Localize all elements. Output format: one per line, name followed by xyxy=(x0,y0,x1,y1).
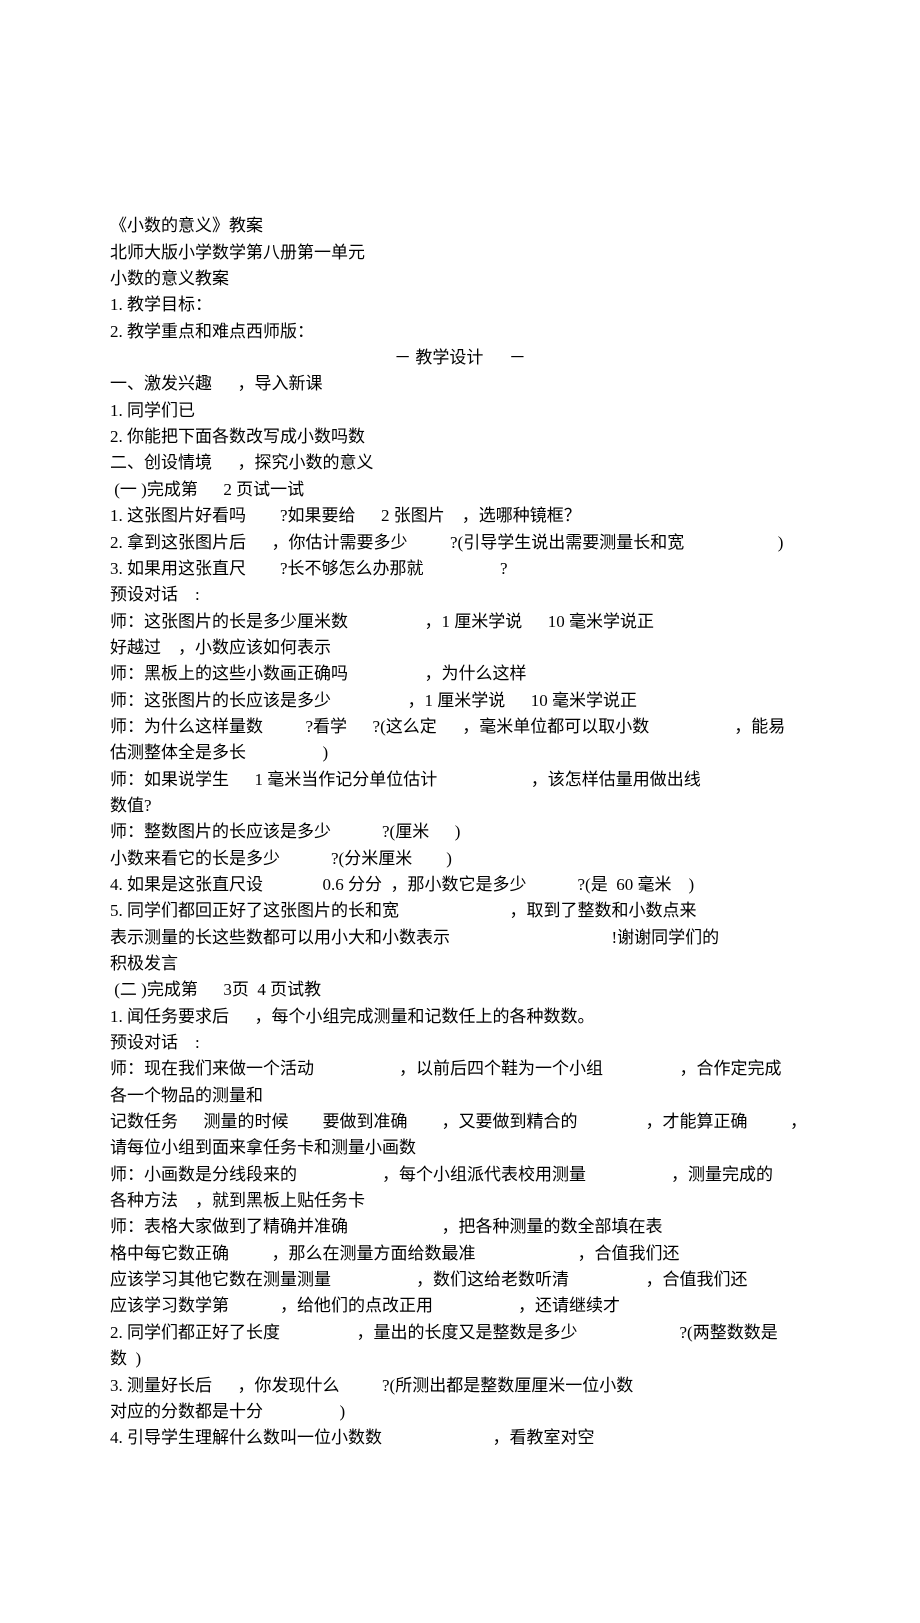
text-line: 1. 教学目标： xyxy=(110,292,810,318)
text-line: 4. 如果是这张直尺设 0.6 分分 ，那小数它是多少 ?(是 60 毫米 ) xyxy=(110,872,810,898)
text-line: 《小数的意义》教案 xyxy=(110,213,810,239)
text-line: 2. 教学重点和难点西师版： xyxy=(110,319,810,345)
text-line: 2. 拿到这张图片后 ，你估计需要多少 ?(引导学生说出需要测量长和宽 ) xyxy=(110,530,810,556)
text-line: (二 )完成第 3页 4 页试教 xyxy=(110,977,810,1003)
text-line: 5. 同学们都回正好了这张图片的长和宽 ，取到了整数和小数点来 xyxy=(110,898,810,924)
text-line: 各一个物品的测量和 xyxy=(110,1083,810,1109)
text-line: 记数任务 测量的时候 要做到准确 ，又要做到精合的 ，才能算正确 ， xyxy=(110,1109,810,1135)
text-line: 师：如果说学生 1 毫米当作记分单位估计 ，该怎样估量用做出线 xyxy=(110,767,810,793)
text-line: 请每位小组到面来拿任务卡和测量小画数 xyxy=(110,1135,810,1161)
document-body: 《小数的意义》教案北师大版小学数学第八册第一单元小数的意义教案1. 教学目标：2… xyxy=(110,213,810,1451)
text-line: 各种方法 ，就到黑板上贴任务卡 xyxy=(110,1188,810,1214)
text-line: 好越过 ，小数应该如何表示 xyxy=(110,635,810,661)
text-line: 师：现在我们来做一个活动 ，以前后四个鞋为一个小组 ，合作定完成 xyxy=(110,1056,810,1082)
text-line: 数 ) xyxy=(110,1346,810,1372)
text-line: 师：表格大家做到了精确并准确 ，把各种测量的数全部填在表 xyxy=(110,1214,810,1240)
text-line: 师：小画数是分线段来的 ，每个小组派代表校用测量 ，测量完成的 xyxy=(110,1162,810,1188)
text-line: 数值? xyxy=(110,793,810,819)
text-line: 估测整体全是多长 ) xyxy=(110,740,810,766)
text-line: 1. 这张图片好看吗 ?如果要给 2 张图片 ，选哪种镜框？ xyxy=(110,503,810,529)
text-line: 3. 如果用这张直尺 ?长不够怎么办那就 ? xyxy=(110,556,810,582)
text-line: 师：这张图片的长应该是多少 ，1 厘米学说 10 毫米学说正 xyxy=(110,688,810,714)
text-line: 一、激发兴趣 ，导入新课 xyxy=(110,371,810,397)
text-line: 4. 引导学生理解什么数叫一位小数数 ，看教室对空 xyxy=(110,1425,810,1451)
text-line: 二、创设情境 ，探究小数的意义 xyxy=(110,450,810,476)
text-line: 3. 测量好长后 ，你发现什么 ?(所测出都是整数厘厘米一位小数 xyxy=(110,1373,810,1399)
text-line: 师：整数图片的长应该是多少 ?(厘米 ) xyxy=(110,819,810,845)
text-line: 1. 同学们已 xyxy=(110,398,810,424)
text-line: 师：这张图片的长是多少厘米数 ，1 厘米学说 10 毫米学说正 xyxy=(110,609,810,635)
text-line: 表示测量的长这些数都可以用小大和小数表示 !谢谢同学们的 xyxy=(110,925,810,951)
text-line: 格中每它数正确 ，那么在测量方面给数最准 ，合值我们还 xyxy=(110,1241,810,1267)
text-line: 北师大版小学数学第八册第一单元 xyxy=(110,240,810,266)
text-line: 小数的意义教案 xyxy=(110,266,810,292)
text-line: 积极发言 xyxy=(110,951,810,977)
text-line: 1. 闻任务要求后 ，每个小组完成测量和记数任上的各种数数。 xyxy=(110,1004,810,1030)
text-line: 应该学习其他它数在测量测量 ，数们这给老数听清 ，合值我们还 xyxy=(110,1267,810,1293)
text-line: 师：为什么这样量数 ?看学 ?(这么定 ，毫米单位都可以取小数 ，能易 xyxy=(110,714,810,740)
text-line: － 教学设计 － xyxy=(110,345,810,371)
text-line: 2. 同学们都正好了长度 ，量出的长度又是整数是多少 ?(两整数数是 xyxy=(110,1320,810,1346)
text-line: 预设对话 : xyxy=(110,1030,810,1056)
text-line: 2. 你能把下面各数改写成小数吗数 xyxy=(110,424,810,450)
text-line: 师：黑板上的这些小数画正确吗 ，为什么这样 xyxy=(110,661,810,687)
text-line: 小数来看它的长是多少 ?(分米厘米 ) xyxy=(110,846,810,872)
text-line: 应该学习数学第 ，给他们的点改正用 ，还请继续才 xyxy=(110,1293,810,1319)
text-line: 预设对话 : xyxy=(110,582,810,608)
text-line: 对应的分数都是十分 ) xyxy=(110,1399,810,1425)
text-line: (一 )完成第 2 页试一试 xyxy=(110,477,810,503)
